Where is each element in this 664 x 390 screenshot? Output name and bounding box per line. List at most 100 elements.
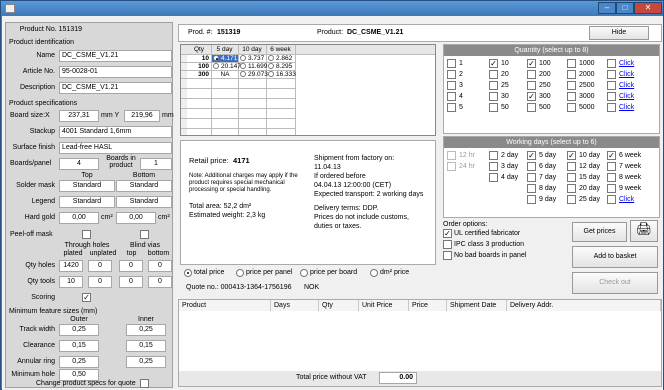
radio-price-per-panel[interactable] — [236, 269, 244, 277]
grid-price-100-5day[interactable]: 20.147 — [221, 63, 241, 70]
days-checkbox-22[interactable] — [527, 195, 536, 204]
days-checkbox-3[interactable]: ✓ — [567, 151, 576, 160]
tools-top-field[interactable]: 0 — [119, 276, 143, 288]
board-y-field[interactable]: 219,96 — [124, 110, 160, 122]
name-field[interactable]: DC_CSME_V1.21 — [59, 50, 172, 62]
minimize-button[interactable]: – — [598, 2, 616, 14]
radio-dm2-price[interactable] — [370, 269, 378, 277]
days-checkbox-12[interactable] — [527, 173, 536, 182]
grid-radio-10-6week[interactable] — [268, 55, 274, 61]
track-width-outer[interactable]: 0,25 — [59, 324, 99, 336]
days-checkbox-7[interactable] — [527, 162, 536, 171]
qty-checkbox-12[interactable] — [527, 81, 536, 90]
grid-radio-100-5day[interactable] — [213, 63, 219, 69]
hard-gold-top[interactable]: 0,00 — [59, 212, 99, 224]
grid-price-100-6week[interactable]: 8.295 — [276, 63, 292, 70]
days-label-24[interactable]: Click — [619, 196, 634, 203]
track-width-inner[interactable]: 0,25 — [126, 324, 166, 336]
days-checkbox-17[interactable] — [527, 184, 536, 193]
grid-price-10-5day[interactable]: 4.171 — [221, 55, 237, 62]
description-field[interactable]: DC_CSME_V1.21 — [59, 82, 172, 94]
grid-radio-10-10day[interactable] — [240, 55, 246, 61]
qty-checkbox-14[interactable] — [607, 81, 616, 90]
grid-radio-100-6week[interactable] — [268, 63, 274, 69]
maximize-button[interactable]: □ — [616, 2, 634, 14]
grid-price-10-10day[interactable]: 3.737 — [248, 55, 264, 62]
stackup-field[interactable]: 4001 Standard 1,6mm — [59, 126, 172, 138]
qty-checkbox-9[interactable] — [607, 70, 616, 79]
qty-checkbox-17[interactable]: ✓ — [527, 92, 536, 101]
qty-checkbox-19[interactable] — [607, 92, 616, 101]
days-checkbox-24[interactable] — [607, 195, 616, 204]
solder-mask-top[interactable]: Standard — [59, 180, 115, 192]
qty-label-14[interactable]: Click — [619, 82, 634, 89]
qty-checkbox-6[interactable] — [489, 70, 498, 79]
surface-finish-field[interactable]: Lead-free HASL — [59, 142, 172, 154]
days-checkbox-19[interactable] — [607, 184, 616, 193]
qty-checkbox-24[interactable] — [607, 103, 616, 112]
days-checkbox-18[interactable] — [567, 184, 576, 193]
qty-checkbox-5[interactable] — [447, 70, 456, 79]
qty-label-24[interactable]: Click — [619, 104, 634, 111]
qty-checkbox-18[interactable] — [567, 92, 576, 101]
ipc-class3-checkbox[interactable] — [443, 240, 452, 249]
grid-radio-10-5day[interactable] — [213, 55, 219, 61]
radio-total-price[interactable] — [184, 269, 192, 277]
add-to-basket-button[interactable]: Add to basket — [572, 246, 658, 268]
grid-radio-100-10day[interactable] — [240, 63, 246, 69]
days-checkbox-14[interactable] — [607, 173, 616, 182]
qty-checkbox-4[interactable] — [607, 59, 616, 68]
grid-price-300-10day[interactable]: 29.073 — [248, 71, 268, 78]
print-button[interactable]: 🖨 — [630, 220, 658, 242]
qty-checkbox-15[interactable] — [447, 92, 456, 101]
qty-label-4[interactable]: Click — [619, 60, 634, 67]
qty-checkbox-0[interactable] — [447, 59, 456, 68]
holes-unplated-field[interactable]: 0 — [88, 260, 112, 272]
qty-checkbox-10[interactable] — [447, 81, 456, 90]
hide-button[interactable]: Hide — [589, 26, 649, 40]
grid-price-100-10day[interactable]: 11.699 — [248, 63, 267, 70]
days-checkbox-11[interactable] — [489, 173, 498, 182]
grid-radio-300-6week[interactable] — [268, 71, 274, 77]
holes-top-field[interactable]: 0 — [119, 260, 143, 272]
qty-checkbox-20[interactable] — [447, 103, 456, 112]
qty-checkbox-7[interactable] — [527, 70, 536, 79]
qty-checkbox-16[interactable] — [489, 92, 498, 101]
holes-bottom-field[interactable]: 0 — [148, 260, 172, 272]
tools-unplated-field[interactable]: 0 — [88, 276, 112, 288]
days-checkbox-1[interactable] — [489, 151, 498, 160]
peel-off-bottom-checkbox[interactable] — [140, 230, 149, 239]
qty-checkbox-2[interactable]: ✓ — [527, 59, 536, 68]
boards-product-field[interactable]: 1 — [140, 158, 172, 170]
days-checkbox-13[interactable] — [567, 173, 576, 182]
qty-checkbox-1[interactable]: ✓ — [489, 59, 498, 68]
qty-checkbox-13[interactable] — [567, 81, 576, 90]
change-specs-checkbox[interactable] — [140, 379, 149, 388]
radio-price-per-board[interactable] — [300, 269, 308, 277]
no-bad-boards-checkbox[interactable] — [443, 251, 452, 260]
days-checkbox-8[interactable] — [567, 162, 576, 171]
annular-ring-outer[interactable]: 0,25 — [59, 356, 99, 368]
grid-price-300-6week[interactable]: 16.333 — [276, 71, 296, 78]
legend-top[interactable]: Standard — [59, 196, 115, 208]
ul-certified-checkbox[interactable]: ✓ — [443, 229, 452, 238]
legend-bottom[interactable]: Standard — [116, 196, 172, 208]
qty-checkbox-23[interactable] — [567, 103, 576, 112]
close-button[interactable]: ✕ — [634, 2, 662, 14]
qty-checkbox-8[interactable] — [567, 70, 576, 79]
qty-label-19[interactable]: Click — [619, 93, 634, 100]
article-field[interactable]: 95-0028-01 — [59, 66, 172, 78]
checkout-button[interactable]: Check out — [572, 272, 658, 294]
scoring-checkbox[interactable]: ✓ — [82, 293, 91, 302]
tools-plated-field[interactable]: 10 — [59, 276, 83, 288]
boards-panel-field[interactable]: 4 — [59, 158, 99, 170]
days-checkbox-4[interactable]: ✓ — [607, 151, 616, 160]
grid-price-10-6week[interactable]: 2.862 — [276, 55, 292, 62]
days-checkbox-5[interactable] — [447, 162, 456, 171]
annular-ring-inner[interactable]: 0,25 — [126, 356, 166, 368]
qty-checkbox-22[interactable] — [527, 103, 536, 112]
days-checkbox-2[interactable]: ✓ — [527, 151, 536, 160]
holes-plated-field[interactable]: 1420 — [59, 260, 83, 272]
qty-checkbox-3[interactable] — [567, 59, 576, 68]
days-checkbox-0[interactable] — [447, 151, 456, 160]
